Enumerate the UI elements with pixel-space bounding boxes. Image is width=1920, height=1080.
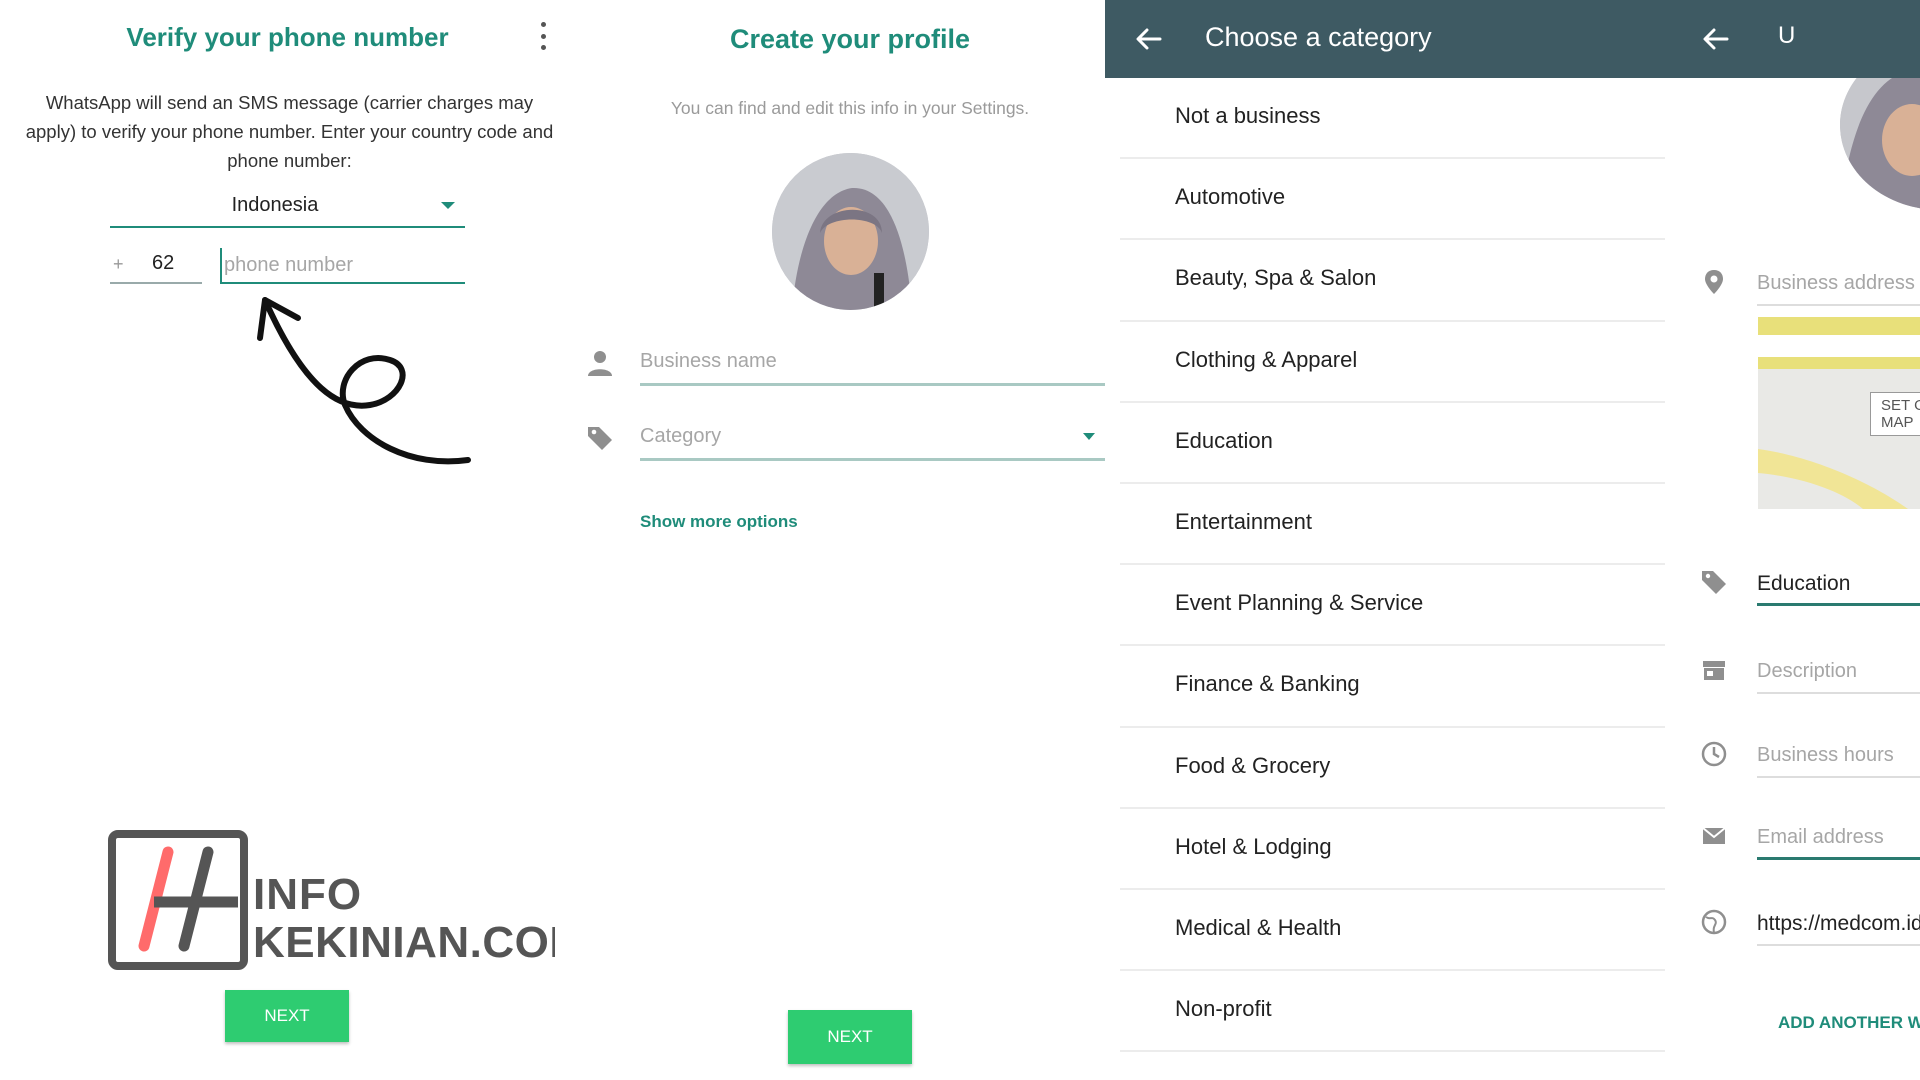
phone-number-input[interactable] [220,248,465,282]
category-toolbar: Choose a category [1105,0,1680,78]
category-placeholder: Category [640,425,722,447]
store-icon [1703,661,1725,680]
category-item-label: Food & Grocery [1175,752,1331,778]
category-item[interactable]: Entertainment [1120,484,1665,566]
tag-icon [1702,571,1726,594]
phone-number-field[interactable] [220,248,465,284]
profile-subtitle: You can find and edit this info in your … [670,98,1030,118]
email-placeholder: Email address [1757,826,1884,848]
next-button[interactable]: NEXT [225,990,349,1042]
category-item-label: Clothing & Apparel [1175,346,1358,372]
country-select-value: Indonesia [231,194,319,216]
email-row[interactable]: Email address [1700,814,1920,860]
dropdown-arrow-icon [441,202,455,209]
category-row[interactable]: Category [585,415,1105,461]
profile-title: Create your profile [729,24,971,54]
profile-photo[interactable] [772,153,929,310]
category-row[interactable]: Education [1700,560,1920,606]
business-details-screen: U Business address SET ON MAP Education [1680,0,1920,1080]
back-arrow-icon[interactable] [1702,25,1730,53]
country-select[interactable]: Indonesia [110,190,465,228]
person-icon [588,351,612,376]
category-item-label: Event Planning & Service [1175,590,1424,616]
dropdown-arrow-icon [1083,433,1095,440]
website-row[interactable]: https://medcom.id [1700,900,1920,946]
business-hours-row[interactable]: Business hours [1700,732,1920,778]
business-address-placeholder: Business address [1757,272,1915,294]
website-value: https://medcom.id [1757,912,1920,935]
business-hours-field[interactable]: Business hours [1757,732,1920,778]
category-item-label: Beauty, Spa & Salon [1175,265,1377,291]
choose-category-screen: Choose a category Not a business Automot… [1105,0,1680,1080]
back-arrow-icon[interactable] [1135,25,1163,53]
category-item[interactable]: Food & Grocery [1120,728,1665,809]
location-pin-icon [1705,270,1723,294]
globe-icon [1701,909,1727,935]
category-field[interactable]: Category [640,415,1105,461]
email-field[interactable]: Email address [1757,814,1920,860]
set-on-map-button[interactable]: SET ON MAP [1870,392,1920,436]
category-item[interactable]: Automotive [1120,159,1665,241]
business-address-row[interactable]: Business address [1700,260,1920,306]
details-title: U [1778,22,1796,49]
create-profile-screen: Create your profile You can find and edi… [555,0,1105,1080]
watermark-line1: INFO [253,870,363,919]
category-value: Education [1757,572,1851,595]
category-item-label: Automotive [1175,184,1286,210]
watermark-line2: KEKINIAN.COM [253,918,587,967]
category-item-label: Hotel & Lodging [1175,833,1332,859]
category-title: Choose a category [1205,22,1432,52]
category-list: Not a business Automotive Beauty, Spa & … [1120,78,1665,1053]
category-item-label: Not a business [1175,103,1321,128]
category-item[interactable]: Non-profit [1120,971,1665,1053]
overflow-menu-icon[interactable] [537,22,549,50]
category-item-label: Education [1175,427,1273,453]
watermark: INFO KEKINIAN.COM [108,830,608,970]
category-item-label: Non-profit [1175,996,1272,1022]
website-field[interactable]: https://medcom.id [1757,900,1920,946]
category-item-label: Entertainment [1175,508,1312,534]
next-button[interactable]: NEXT [788,1010,912,1064]
category-item[interactable]: Event Planning & Service [1120,565,1665,647]
mail-icon [1702,827,1726,844]
business-name-placeholder: Business name [640,350,777,372]
category-item[interactable]: Hotel & Lodging [1120,809,1665,890]
description-field[interactable]: Description [1757,648,1920,694]
details-toolbar: U [1680,0,1920,78]
business-hours-placeholder: Business hours [1757,744,1894,766]
hand-drawn-arrow-icon [257,297,471,465]
category-item-label: Finance & Banking [1175,671,1360,697]
description-placeholder: Description [1757,660,1858,682]
infokekinian-logo [108,830,248,970]
business-name-field[interactable]: Business name [640,340,1105,386]
country-code-value: 62 [152,252,175,274]
show-more-options-link[interactable]: Show more options [640,512,798,532]
category-item[interactable]: Education [1120,403,1665,484]
description-row[interactable]: Description [1700,648,1920,694]
map-preview[interactable]: SET ON MAP [1758,317,1920,509]
profile-photo-image [772,153,929,310]
category-item[interactable]: Medical & Health [1120,890,1665,972]
plus-sign: + [113,254,124,274]
verify-description: WhatsApp will send an SMS message (carri… [25,92,554,171]
add-another-website-button[interactable]: ADD ANOTHER WEBSITE [1778,1013,1920,1033]
clock-icon [1701,741,1727,767]
category-item[interactable]: Finance & Banking [1120,646,1665,728]
category-field[interactable]: Education [1757,560,1920,606]
category-item-label: Medical & Health [1175,914,1342,940]
verify-title: Verify your phone number [126,22,449,52]
category-item[interactable]: Clothing & Apparel [1120,322,1665,403]
business-address-field[interactable]: Business address [1757,260,1920,306]
tag-icon [588,427,612,450]
business-name-row[interactable]: Business name [585,340,1105,386]
category-item[interactable]: Beauty, Spa & Salon [1120,240,1665,322]
country-code-field[interactable]: + 62 [110,248,202,284]
category-item[interactable]: Not a business [1120,78,1665,160]
